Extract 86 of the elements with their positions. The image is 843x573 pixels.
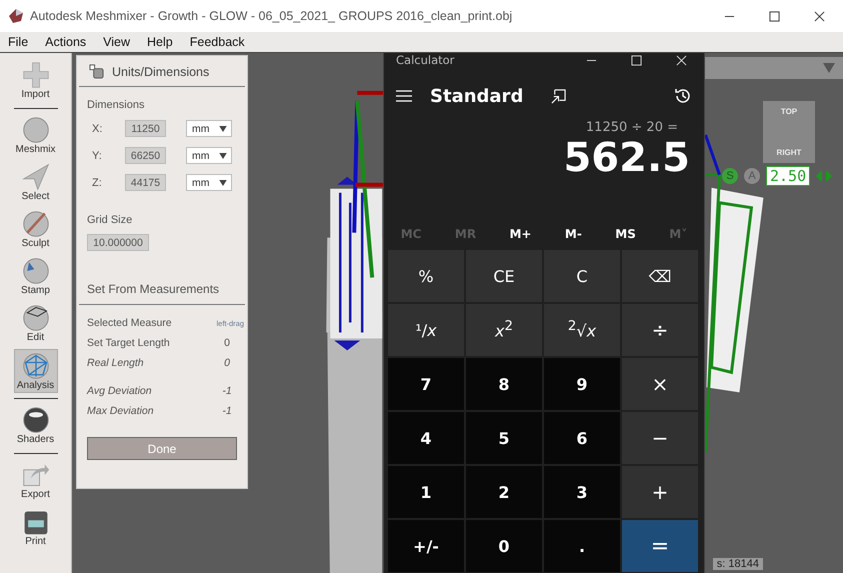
close-icon[interactable] xyxy=(814,10,825,22)
calculator-key[interactable]: 6 xyxy=(544,412,620,464)
calculator-key[interactable]: ⌫ xyxy=(622,250,698,302)
measure-label: Avg Deviation xyxy=(87,385,152,397)
toolbar-button[interactable]: Shaders xyxy=(14,404,58,448)
calculator-key[interactable]: + xyxy=(622,466,698,518)
calculator-key[interactable]: +/- xyxy=(388,520,464,572)
calculator-key[interactable]: 5 xyxy=(466,412,542,464)
measure-value: 0 xyxy=(223,337,231,349)
keep-on-top-icon[interactable] xyxy=(551,88,566,104)
measure-label: Set Target Length xyxy=(87,337,170,349)
menu-item[interactable]: File xyxy=(8,35,28,49)
toolbar-button[interactable]: Export xyxy=(14,459,58,503)
maximize-icon[interactable] xyxy=(769,10,780,22)
calculator-key[interactable]: 9 xyxy=(544,358,620,410)
calculator-key[interactable]: 1 xyxy=(388,466,464,518)
arrow-icon xyxy=(22,163,50,191)
expression-text: 11250 ÷ 20 = xyxy=(584,119,679,135)
calculator-title: Calculator xyxy=(396,53,454,67)
toolbar-button[interactable]: Analysis xyxy=(14,349,58,393)
calculator-key[interactable]: − xyxy=(622,412,698,464)
calculator-key[interactable]: % xyxy=(388,250,464,302)
calculator-key[interactable]: ¹/x xyxy=(388,304,464,356)
toolbar-button[interactable]: Select xyxy=(14,161,58,205)
unit-dropdown[interactable]: mm xyxy=(186,174,232,191)
status-text: s: 18144 xyxy=(712,558,763,570)
measure-label: Max Deviation xyxy=(87,405,154,417)
calculator-key[interactable]: $^{2}$√x xyxy=(544,304,620,356)
dimension-field[interactable]: 44175 xyxy=(125,174,166,191)
axis-label: X: xyxy=(91,122,104,134)
history-icon[interactable] xyxy=(674,87,692,105)
memory-button[interactable]: M+ xyxy=(503,220,538,248)
measure-value: -1 xyxy=(221,385,233,397)
calculator-key[interactable]: 7 xyxy=(388,358,464,410)
calculator-key[interactable]: 2 xyxy=(466,466,542,518)
app-logo-icon xyxy=(8,8,24,24)
measure-label: Selected Measure xyxy=(87,317,172,329)
unit-dropdown[interactable]: mm xyxy=(186,147,232,164)
panel-title: Units/Dimensions xyxy=(112,64,210,78)
toolbar-button[interactable]: Stamp xyxy=(14,255,58,299)
dimension-field[interactable]: 66250 xyxy=(125,147,166,164)
measure-label: Real Length xyxy=(87,357,144,369)
menu-item[interactable]: Feedback xyxy=(190,35,245,49)
toolbar-button[interactable]: Edit xyxy=(14,302,58,346)
axis-label: Z: xyxy=(91,176,103,188)
sphere-icon xyxy=(22,406,50,434)
calculator-key[interactable]: . xyxy=(544,520,620,572)
toolbar-button[interactable]: Meshmix xyxy=(14,114,58,158)
calculator-key[interactable]: × xyxy=(622,358,698,410)
axis-label: Y: xyxy=(91,150,103,162)
grid-size-label: Grid Size xyxy=(87,214,134,226)
memory-button[interactable]: M- xyxy=(558,220,588,248)
section-label: Dimensions xyxy=(87,99,146,111)
mesh-sphere-icon xyxy=(22,352,50,380)
calculator-key[interactable]: ÷ xyxy=(622,304,698,356)
caret-icon xyxy=(219,180,227,186)
calculator-key[interactable]: x$^{2}$ xyxy=(466,304,542,356)
grid-size-field[interactable]: 10.000000 xyxy=(87,234,149,251)
dimension-field[interactable]: 11250 xyxy=(125,120,166,137)
calculator-key[interactable]: = xyxy=(622,520,698,572)
menu-item[interactable]: Actions xyxy=(45,35,86,49)
memory-button[interactable]: MS xyxy=(609,220,642,248)
plus-icon xyxy=(22,61,50,89)
menu-item[interactable]: Help xyxy=(147,35,173,49)
calculator-key[interactable]: 0 xyxy=(466,520,542,572)
calculator-display: 562.5 xyxy=(562,135,691,183)
measure-value: -1 xyxy=(221,405,233,417)
caret-icon xyxy=(219,126,227,132)
toolbar-button[interactable]: Sculpt xyxy=(14,208,58,252)
menu-item[interactable]: View xyxy=(103,35,130,49)
menu-icon[interactable] xyxy=(396,90,412,102)
calculator-key[interactable]: 4 xyxy=(388,412,464,464)
calculator-key[interactable]: C xyxy=(544,250,620,302)
section-heading: Set From Measurements xyxy=(87,282,220,296)
measure-value: 0 xyxy=(223,357,231,369)
caret-icon xyxy=(219,152,227,158)
unit-dropdown[interactable]: mm xyxy=(186,120,232,137)
calculator-key[interactable]: 8 xyxy=(466,358,542,410)
sphere-icon xyxy=(22,304,50,332)
calculator-key[interactable]: 3 xyxy=(544,466,620,518)
window-title: Autodesk Meshmixer - Growth - GLOW - 06_05_2021_ GROUPS 2016_clean_print.obj xyxy=(30,9,512,23)
toolbar-button[interactable]: Import xyxy=(14,59,58,103)
calculator-mode: Standard xyxy=(430,86,524,106)
toolbar-button[interactable]: Print xyxy=(14,506,58,550)
sphere-icon xyxy=(22,116,50,144)
calculator-key[interactable]: CE xyxy=(466,250,542,302)
